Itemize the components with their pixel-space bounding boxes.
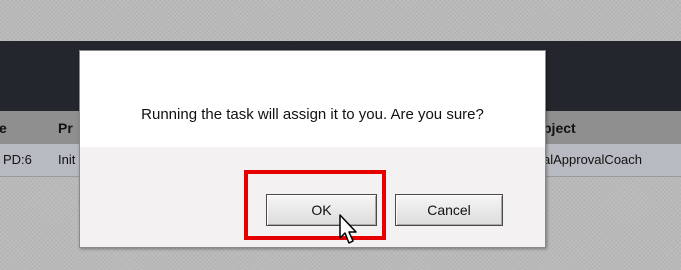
cancel-button[interactable]: Cancel [395,194,503,226]
dialog-message: Running the task will assign it to you. … [141,106,484,123]
cell-subject: alApprovalCoach [543,152,643,167]
mouse-pointer-icon [339,214,357,244]
column-header-name: e [0,120,7,136]
cell-id: PD:6 [3,152,32,167]
column-header-subject: bject [543,120,576,136]
column-header-process: Pr [58,120,73,136]
highlight-box [244,170,386,240]
cell-process: Init [58,152,76,167]
